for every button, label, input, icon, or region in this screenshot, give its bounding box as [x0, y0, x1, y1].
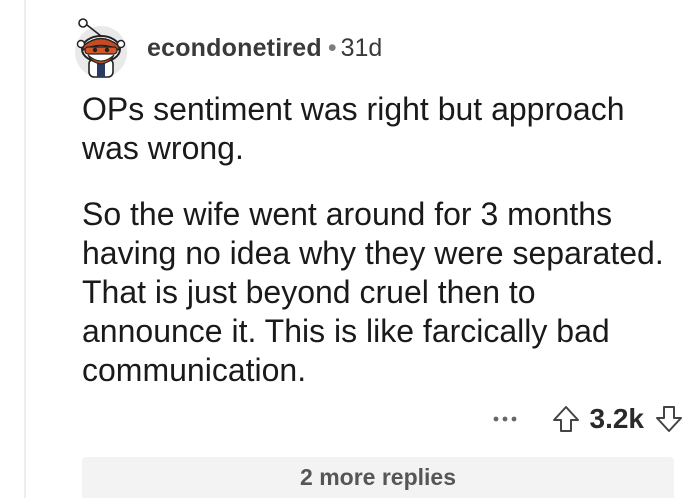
thread-line[interactable]: [24, 0, 26, 498]
more-replies-button[interactable]: 2 more replies: [82, 457, 674, 498]
downvote-arrow-icon[interactable]: [654, 404, 684, 434]
comment-body: OPs sentiment was right but approach was…: [82, 90, 682, 390]
vote-controls: 3.2k: [551, 403, 685, 435]
comment-actions: 3.2k: [493, 397, 685, 441]
meta-separator: •: [327, 34, 337, 62]
comment-paragraph: So the wife went around for 3 months hav…: [82, 196, 664, 388]
comment-age[interactable]: 31d: [341, 34, 383, 62]
comment-paragraph: OPs sentiment was right but approach was…: [82, 91, 625, 166]
snoo-avatar-icon: [75, 18, 127, 78]
upvote-arrow-icon[interactable]: [551, 404, 581, 434]
vote-score: 3.2k: [589, 403, 645, 434]
more-replies-label: 2 more replies: [300, 464, 456, 490]
comment-username[interactable]: econdonetired: [147, 34, 322, 62]
user-avatar[interactable]: [70, 17, 130, 79]
comment-meta: econdonetired • 31d: [147, 31, 382, 65]
ellipsis-icon[interactable]: [493, 415, 517, 423]
